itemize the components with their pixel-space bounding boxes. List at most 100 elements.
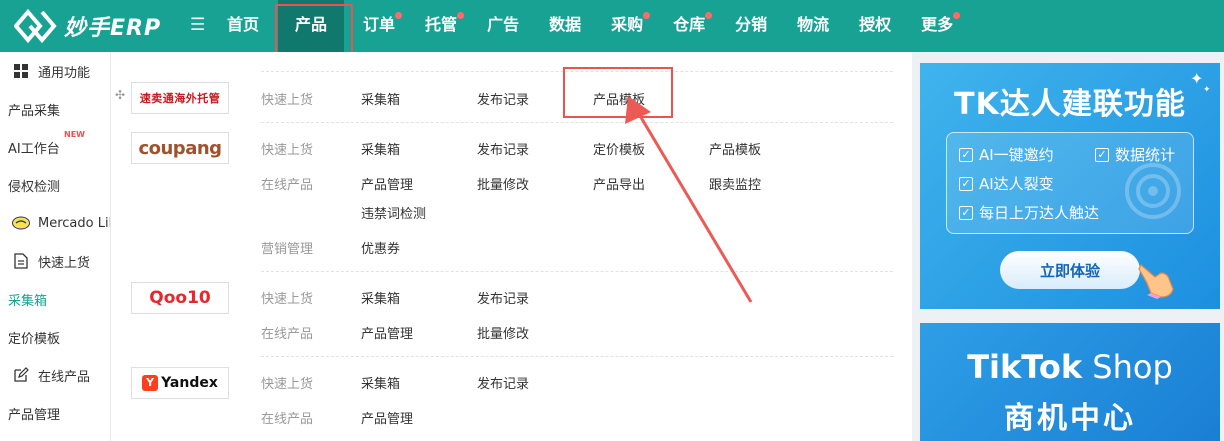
divider — [261, 356, 893, 357]
feature-item: ✓ 数据统计 — [1095, 144, 1175, 165]
nav-data[interactable]: 数据 — [534, 0, 596, 52]
sidebar-item-label: 产品采集 — [8, 103, 61, 119]
notification-dot — [705, 12, 713, 19]
feature-list-box: ✓ AI一键邀约 ✓ 数据统计 ✓ AI达人裂变 ✓ 每日上万达人触达 — [946, 132, 1194, 234]
new-badge: NEW — [64, 130, 85, 139]
top-navigation-bar: 妙手ERP ☰ 首页 产品 订单 托管 广告 数据 采购 仓库 分销 物流 授权… — [0, 0, 1224, 56]
link-coupons[interactable]: 优惠券 — [361, 238, 400, 257]
try-now-button[interactable]: 立即体验 — [1000, 251, 1140, 289]
divider — [261, 122, 893, 123]
checkbox-icon: ✓ — [1095, 147, 1109, 162]
sidebar-item-quick-upload[interactable]: 快速上货 — [0, 242, 110, 280]
brand-logo-yandex: Y Yandex — [131, 367, 229, 399]
sidebar-item-label: 在线产品 — [38, 369, 91, 385]
sidebar-item-general[interactable]: 通用功能 — [0, 52, 110, 90]
hamburger-menu-icon[interactable]: ☰ — [190, 15, 205, 35]
annotation-highlight-box — [563, 67, 673, 118]
sidebar-item-product-management[interactable]: 产品管理 — [0, 394, 110, 432]
category-label: 快速上货 — [261, 292, 314, 307]
sidebar-item-label: AI工作台 — [8, 141, 60, 157]
sidebar-item-label: 定价模板 — [8, 331, 61, 347]
category-label: 快速上货 — [261, 143, 314, 158]
category-label: 快速上货 — [261, 93, 314, 108]
link-collect-box[interactable]: 采集箱 — [361, 139, 400, 158]
nav-products[interactable]: 产品 — [275, 0, 354, 56]
mercado-icon — [12, 214, 30, 232]
brand-logo-aliexpress: 速卖通海外托管 — [131, 82, 229, 114]
sidebar-item-product-collect[interactable]: 产品采集 — [0, 90, 110, 128]
link-banned-word-check[interactable]: 违禁词检测 — [361, 203, 426, 222]
tk-influencer-ad-banner[interactable]: ✦ ✦ TK达人建联功能 ✓ AI一键邀约 ✓ 数据统计 ✓ AI达人裂变 ✓ 每日上万… — [920, 63, 1220, 309]
checkbox-icon: ✓ — [959, 205, 973, 220]
feature-item: ✓ 每日上万达人触达 — [959, 202, 1099, 223]
link-follow-sell-monitor[interactable]: 跟卖监控 — [709, 174, 761, 193]
sidebar-item-collect-box[interactable]: 采集箱 — [0, 280, 110, 318]
link-publish-records[interactable]: 发布记录 — [477, 373, 529, 392]
app-name: 妙手ERP — [64, 16, 162, 41]
sidebar-item-label: 通用功能 — [38, 65, 91, 81]
link-product-management[interactable]: 产品管理 — [361, 408, 413, 427]
app-logo[interactable]: 妙手ERP — [14, 8, 161, 44]
category-label: 在线产品 — [261, 327, 314, 342]
notification-dot — [643, 12, 651, 19]
sidebar-item-ai-workbench[interactable]: AI工作台 NEW — [0, 128, 110, 166]
nav-more[interactable]: 更多 — [906, 0, 968, 52]
brand-name: Qoo10 — [149, 288, 211, 308]
target-icon — [1125, 163, 1181, 219]
notification-dot — [457, 12, 465, 19]
category-label: 在线产品 — [261, 178, 314, 193]
nav-logistics[interactable]: 物流 — [782, 0, 844, 52]
brand-logo-qoo10: Qoo10 — [131, 282, 229, 314]
ad-title: TK达人建联功能 — [954, 87, 1186, 122]
category-label: 在线产品 — [261, 412, 314, 427]
nav-authorization[interactable]: 授权 — [844, 0, 906, 52]
sidebar-item-infringement[interactable]: 侵权检测 — [0, 166, 110, 204]
link-collect-box[interactable]: 采集箱 — [361, 373, 400, 392]
nav-hosting[interactable]: 托管 — [410, 0, 472, 52]
link-product-template[interactable]: 产品模板 — [709, 139, 761, 158]
notification-dot — [953, 12, 961, 19]
pointing-hand-icon — [1138, 264, 1174, 299]
products-mega-menu: ✣ 速卖通海外托管 快速上货 采集箱 发布记录 产品模板 coupang 快速上… — [110, 52, 912, 441]
yandex-y-icon: Y — [142, 375, 159, 391]
ad-brand-line: TikTok Shop — [967, 348, 1173, 386]
link-pricing-template[interactable]: 定价模板 — [593, 139, 645, 158]
feature-item: ✓ AI达人裂变 — [959, 173, 1054, 194]
category-label: 营销管理 — [261, 242, 314, 257]
document-icon — [12, 252, 30, 270]
edit-icon — [12, 366, 30, 384]
logo-diamond-icon — [14, 8, 57, 44]
link-publish-records[interactable]: 发布记录 — [477, 89, 529, 108]
nav-distribution[interactable]: 分销 — [720, 0, 782, 52]
link-product-management[interactable]: 产品管理 — [361, 174, 413, 193]
drag-move-icon[interactable]: ✣ — [115, 88, 125, 102]
brand-name: coupang — [138, 137, 222, 159]
brand-logo-coupang: coupang — [131, 132, 229, 164]
nav-purchase[interactable]: 采购 — [596, 0, 658, 52]
main-nav: 首页 产品 订单 托管 广告 数据 采购 仓库 分销 物流 授权 更多 — [212, 0, 968, 56]
sidebar-item-online-products[interactable]: 在线产品 — [0, 356, 110, 394]
checkbox-icon: ✓ — [959, 176, 973, 191]
link-publish-records[interactable]: 发布记录 — [477, 288, 529, 307]
link-product-management[interactable]: 产品管理 — [361, 323, 413, 342]
link-publish-records[interactable]: 发布记录 — [477, 139, 529, 158]
sidebar-item-label: Mercado Libre — [38, 215, 110, 231]
nav-home[interactable]: 首页 — [212, 0, 274, 52]
category-label: 快速上货 — [261, 377, 314, 392]
feature-item: ✓ AI一键邀约 — [959, 144, 1054, 165]
nav-orders[interactable]: 订单 — [348, 0, 410, 52]
link-product-export[interactable]: 产品导出 — [593, 174, 645, 193]
sidebar-item-label: 产品管理 — [8, 407, 61, 423]
left-sidebar: 通用功能 产品采集 AI工作台 NEW 侵权检测 Mercado Libre 快… — [0, 52, 110, 441]
nav-ads[interactable]: 广告 — [472, 0, 534, 52]
link-collect-box[interactable]: 采集箱 — [361, 89, 400, 108]
link-batch-edit[interactable]: 批量修改 — [477, 174, 529, 193]
nav-warehouse[interactable]: 仓库 — [658, 0, 720, 52]
brand-name: 速卖通海外托管 — [139, 92, 221, 105]
link-collect-box[interactable]: 采集箱 — [361, 288, 400, 307]
sidebar-item-pricing-template[interactable]: 定价模板 — [0, 318, 110, 356]
tiktok-shop-ad-banner[interactable]: TikTok Shop 商机中心 — [920, 323, 1220, 441]
sidebar-item-label: 采集箱 — [8, 293, 48, 309]
sidebar-item-mercado[interactable]: Mercado Libre — [0, 204, 110, 242]
link-batch-edit[interactable]: 批量修改 — [477, 323, 529, 342]
